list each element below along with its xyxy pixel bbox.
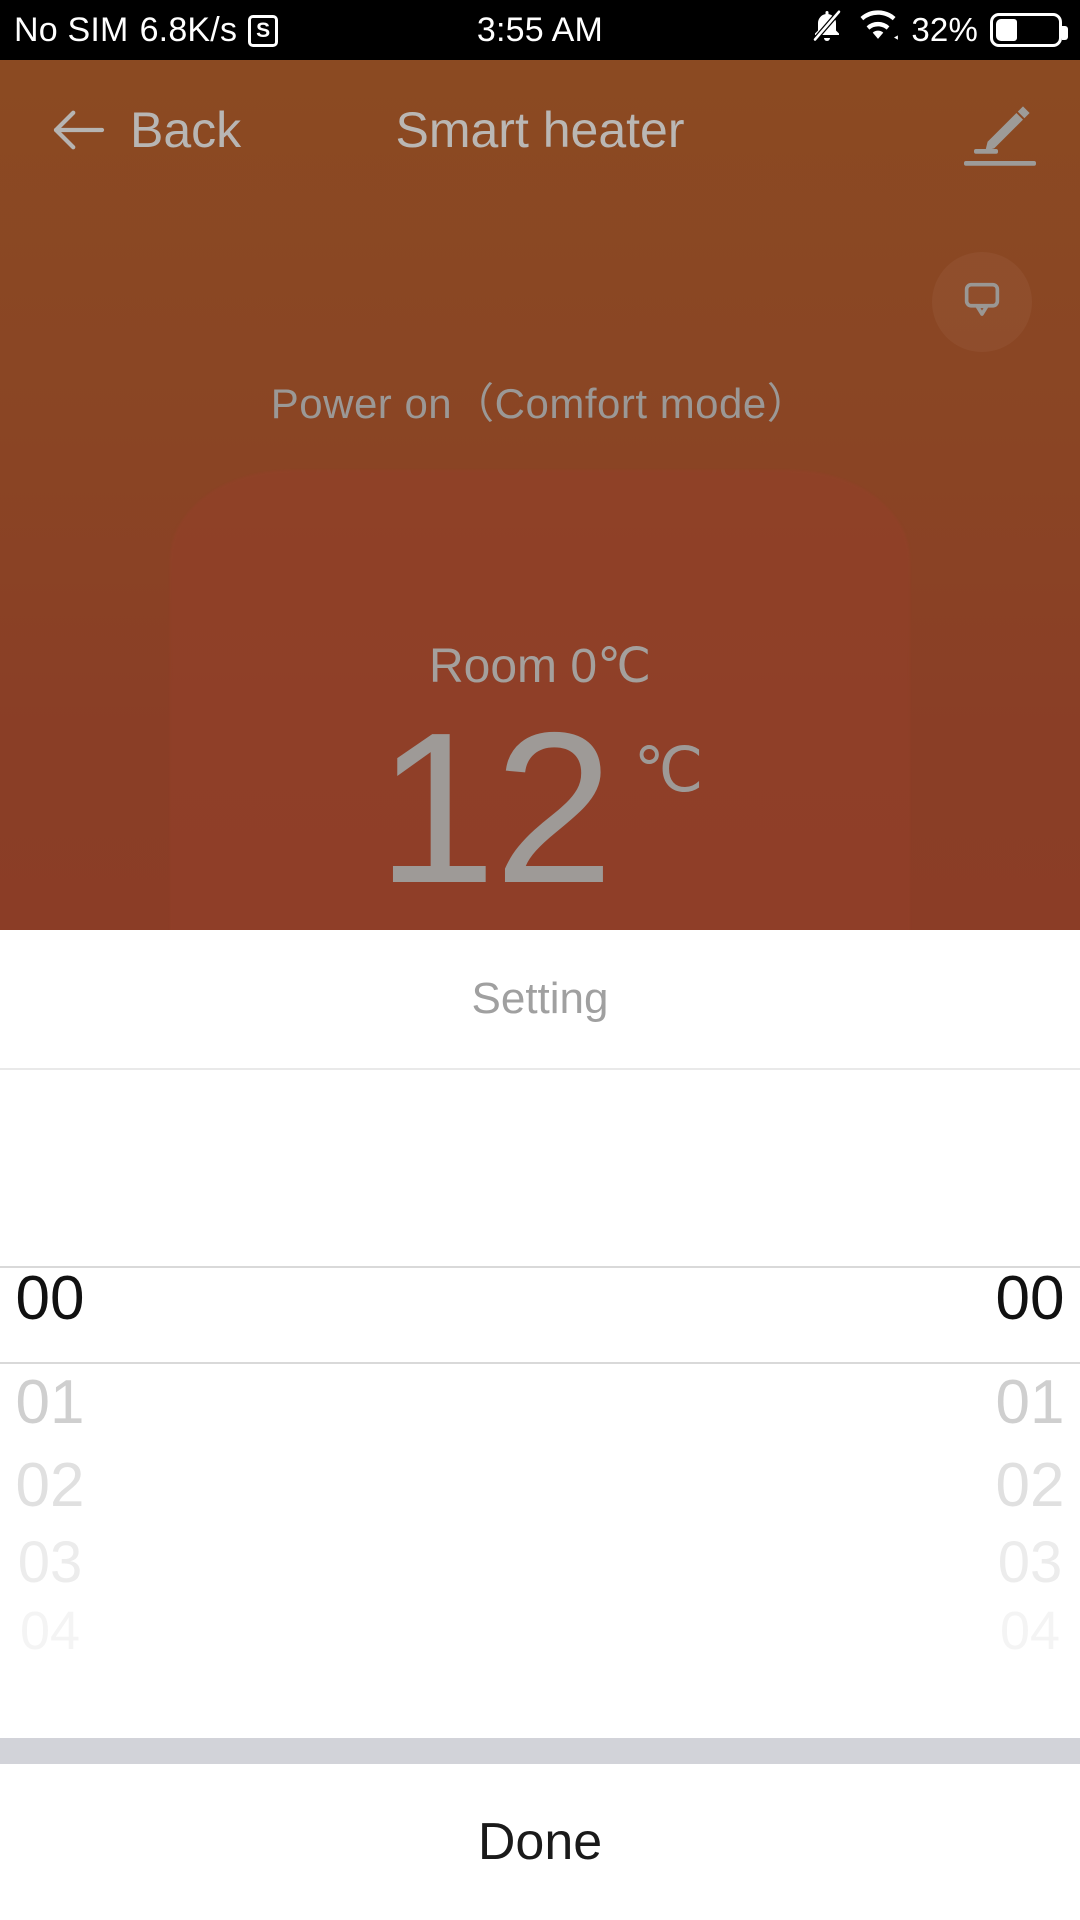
battery-icon [990,13,1068,47]
phone-screen: No SIM 6.8K/s S 3:55 AM 32% Back Smart h… [0,0,1080,1920]
picker-item[interactable]: 04 [0,1590,320,1672]
nav-bar: Back Smart heater [0,60,1080,200]
picker-item[interactable]: 02 [0,1445,320,1527]
picker-item[interactable]: 04 [760,1590,1080,1672]
picker-column-minutes[interactable]: 00 01 02 03 04 [540,1070,1080,1740]
edit-button[interactable] [960,98,1040,170]
bell-muted-icon [809,7,845,54]
done-label: Done [477,1813,603,1871]
room-temperature-label: Room 0℃ [429,640,651,693]
hero-panel: Back Smart heater Power on（Comfort mode）… [0,60,1080,930]
display-toggle-button[interactable] [932,252,1032,352]
page-title: Smart heater [395,102,685,158]
target-temperature-value: 12 [376,687,614,928]
battery-percent-label: 32% [911,11,978,48]
target-temperature-unit: ℃ [633,736,704,805]
picker-column-hours[interactable]: 00 01 02 03 04 [0,1070,540,1740]
done-button[interactable]: Done [0,1764,1080,1920]
target-temperature: 12 ℃ [0,700,1080,915]
picker-item[interactable]: 01 [760,1362,1080,1444]
power-status-label: Power on（Comfort mode） [270,380,810,427]
picker-item[interactable]: 00 [760,1258,1080,1340]
wifi-icon [857,9,899,52]
status-bar-right: 32% [809,7,1068,54]
status-bar: No SIM 6.8K/s S 3:55 AM 32% [0,0,1080,60]
picker-item[interactable]: 01 [0,1362,320,1444]
picker-item[interactable]: 00 [0,1258,320,1340]
pencil-icon [960,106,1040,174]
picker-item[interactable]: 02 [760,1445,1080,1527]
time-picker[interactable]: 00 01 02 03 04 00 01 02 03 04 [0,1070,1080,1740]
setting-title: Setting [0,930,1080,1070]
sheet-divider-bar [0,1738,1080,1764]
monitor-icon [957,276,1007,329]
